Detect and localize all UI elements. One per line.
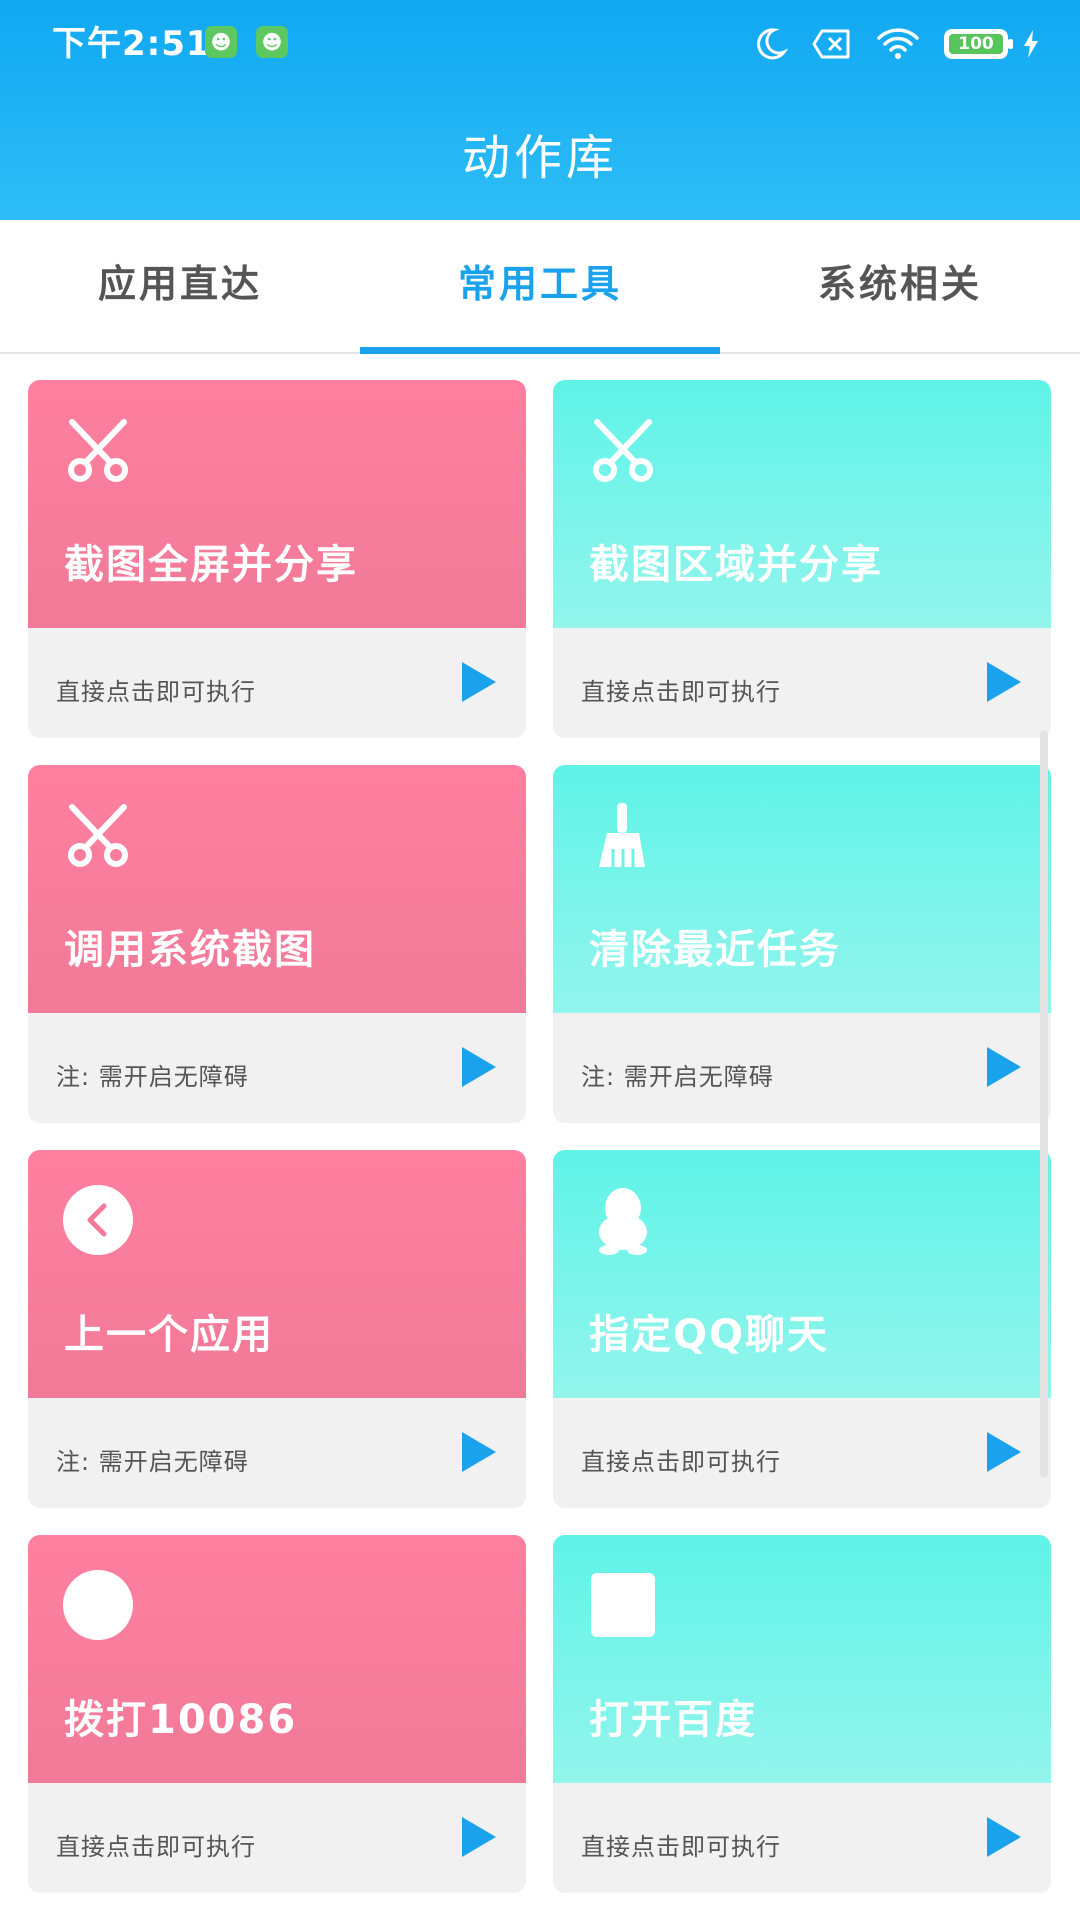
circle-icon bbox=[63, 1570, 133, 1640]
card-note: 注: 需开启无障碍 bbox=[56, 1063, 249, 1091]
android-notification-icon: ☻ bbox=[205, 26, 237, 58]
card-title: 指定QQ聊天 bbox=[589, 1312, 830, 1358]
play-icon[interactable] bbox=[460, 660, 498, 704]
action-card[interactable]: 截图全屏并分享 直接点击即可执行 bbox=[28, 380, 526, 738]
play-icon[interactable] bbox=[460, 1815, 498, 1859]
play-icon[interactable] bbox=[985, 1045, 1023, 1089]
action-card[interactable]: 截图区域并分享 直接点击即可执行 bbox=[553, 380, 1051, 738]
card-header: 拨打10086 bbox=[28, 1535, 526, 1783]
status-time: 下午2:51 bbox=[52, 24, 211, 64]
card-note: 注: 需开启无障碍 bbox=[581, 1063, 774, 1091]
action-card[interactable]: 拨打10086 直接点击即可执行 bbox=[28, 1535, 526, 1893]
card-note: 直接点击即可执行 bbox=[56, 1833, 256, 1861]
scrollbar[interactable] bbox=[1040, 730, 1048, 1478]
status-icons: 100 bbox=[728, 20, 1040, 68]
broom-icon bbox=[599, 803, 645, 867]
square-icon bbox=[591, 1573, 655, 1637]
play-icon[interactable] bbox=[985, 1815, 1023, 1859]
card-title: 清除最近任务 bbox=[589, 927, 841, 973]
card-title: 上一个应用 bbox=[64, 1312, 274, 1358]
scissors-icon bbox=[68, 419, 128, 482]
page-title: 动作库 bbox=[461, 130, 618, 186]
back-arrow-icon bbox=[63, 1185, 133, 1255]
play-icon[interactable] bbox=[985, 1430, 1023, 1474]
card-title: 截图区域并分享 bbox=[589, 542, 883, 588]
tab-common-tools[interactable]: 常用工具 bbox=[360, 220, 720, 354]
card-title: 打开百度 bbox=[589, 1697, 757, 1743]
qq-penguin-icon bbox=[599, 1188, 647, 1255]
tab-bar: 应用直达 常用工具 系统相关 bbox=[0, 220, 1080, 354]
card-title: 截图全屏并分享 bbox=[64, 542, 358, 588]
card-header: 截图全屏并分享 bbox=[28, 380, 526, 628]
tab-system[interactable]: 系统相关 bbox=[720, 220, 1080, 352]
action-card[interactable]: 调用系统截图 注: 需开启无障碍 bbox=[28, 765, 526, 1123]
play-icon[interactable] bbox=[460, 1045, 498, 1089]
card-title: 拨打10086 bbox=[64, 1697, 298, 1743]
card-header: 清除最近任务 bbox=[553, 765, 1051, 1013]
card-header: 上一个应用 bbox=[28, 1150, 526, 1398]
card-header: 调用系统截图 bbox=[28, 765, 526, 1013]
play-icon[interactable] bbox=[460, 1430, 498, 1474]
card-note: 注: 需开启无障碍 bbox=[56, 1448, 249, 1476]
scissors-icon bbox=[593, 419, 653, 482]
card-header: 指定QQ聊天 bbox=[553, 1150, 1051, 1398]
scissors-icon bbox=[68, 804, 128, 867]
header-bar: 下午2:51 ☻ ☻ 100 动作库 bbox=[0, 0, 1080, 220]
battery-level: 100 bbox=[949, 34, 1003, 54]
card-note: 直接点击即可执行 bbox=[581, 1833, 781, 1861]
tab-app-direct[interactable]: 应用直达 bbox=[0, 220, 360, 352]
card-note: 直接点击即可执行 bbox=[581, 1448, 781, 1476]
charging-icon bbox=[1024, 30, 1038, 58]
card-header: 打开百度 bbox=[553, 1535, 1051, 1783]
sim-off-icon bbox=[812, 29, 850, 59]
action-card[interactable]: 打开百度 直接点击即可执行 bbox=[553, 1535, 1051, 1893]
moon-icon bbox=[757, 28, 788, 60]
card-header: 截图区域并分享 bbox=[553, 380, 1051, 628]
play-icon[interactable] bbox=[985, 660, 1023, 704]
wifi-icon bbox=[877, 28, 919, 59]
battery-icon: 100 bbox=[944, 29, 1013, 59]
card-note: 直接点击即可执行 bbox=[56, 678, 256, 706]
action-card[interactable]: 上一个应用 注: 需开启无障碍 bbox=[28, 1150, 526, 1508]
android-notification-icon: ☻ bbox=[256, 26, 288, 58]
action-card[interactable]: 清除最近任务 注: 需开启无障碍 bbox=[553, 765, 1051, 1123]
card-note: 直接点击即可执行 bbox=[581, 678, 781, 706]
card-title: 调用系统截图 bbox=[64, 927, 316, 973]
action-card[interactable]: 指定QQ聊天 直接点击即可执行 bbox=[553, 1150, 1051, 1508]
